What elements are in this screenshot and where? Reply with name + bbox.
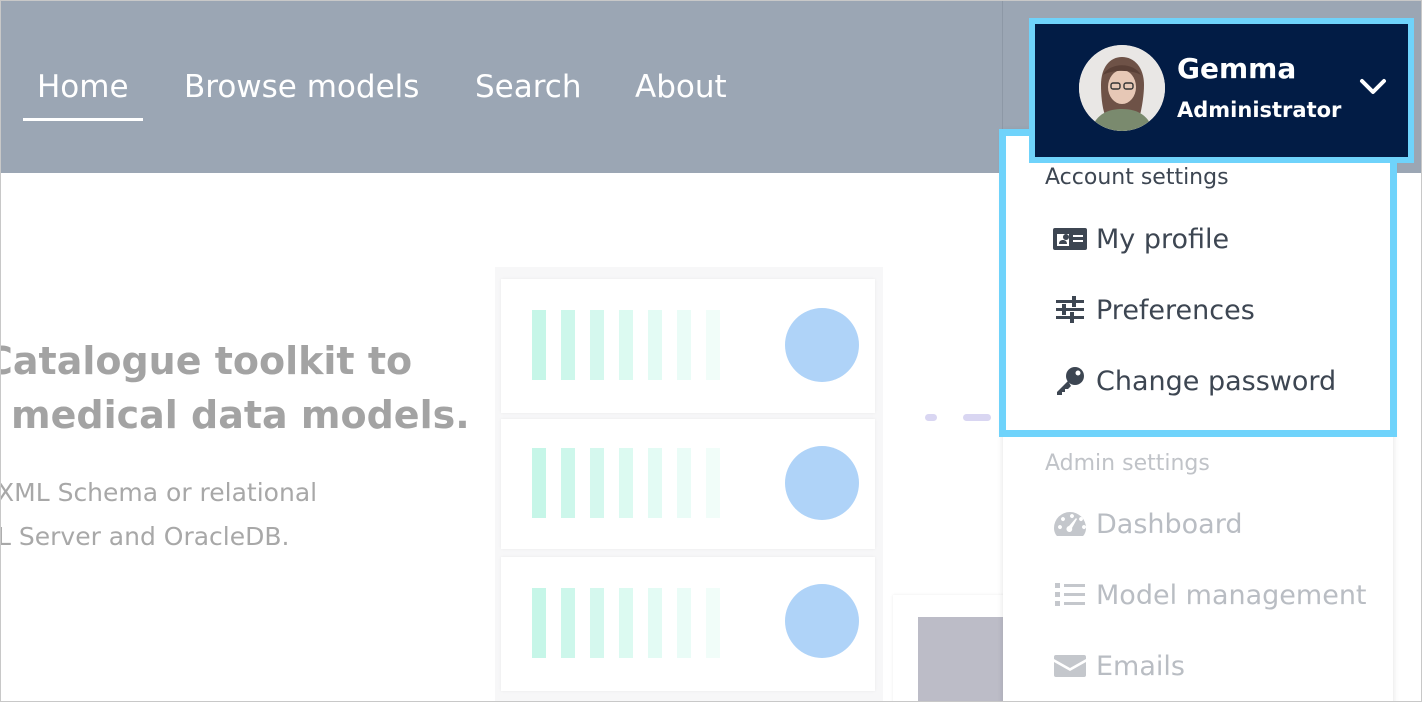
- server-bar: [706, 448, 720, 518]
- server-bar: [648, 588, 662, 658]
- menu-emails[interactable]: Emails: [1053, 646, 1185, 686]
- server-bar: [677, 310, 691, 380]
- server-bar: [590, 448, 604, 518]
- server-bar: [532, 448, 546, 518]
- menu-emails-label: Emails: [1096, 650, 1185, 682]
- hero-title-line1: Catalogue toolkit to: [0, 339, 413, 383]
- avatar: [1079, 45, 1165, 131]
- admin-settings-heading: Admin settings: [1045, 451, 1210, 476]
- list-icon: [1053, 580, 1087, 610]
- menu-dashboard[interactable]: Dashboard: [1053, 504, 1242, 544]
- server-bar: [619, 310, 633, 380]
- server-disc-2: [785, 446, 859, 520]
- hero-subtitle-line2: L Server and OracleDB.: [0, 522, 290, 551]
- server-disc-3: [785, 584, 859, 658]
- server-bar: [677, 588, 691, 658]
- server-bar: [619, 448, 633, 518]
- menu-preferences[interactable]: Preferences: [1053, 290, 1255, 330]
- menu-preferences-label: Preferences: [1096, 294, 1255, 326]
- gauge-icon: [1053, 509, 1087, 539]
- menu-my-profile-label: My profile: [1096, 223, 1230, 255]
- server-bar: [590, 310, 604, 380]
- key-icon: [1053, 366, 1087, 396]
- menu-my-profile[interactable]: My profile: [1053, 219, 1229, 259]
- menu-change-password[interactable]: Change password: [1053, 361, 1336, 401]
- server-bar: [532, 310, 546, 380]
- server-bar: [590, 588, 604, 658]
- server-bar: [706, 310, 720, 380]
- menu-dashboard-label: Dashboard: [1096, 508, 1243, 540]
- app-frame: Home Browse models Search About Catalogu…: [0, 0, 1422, 702]
- nav-home[interactable]: Home: [23, 65, 143, 121]
- server-bar: [561, 448, 575, 518]
- envelope-icon: [1053, 651, 1087, 681]
- sliders-icon: [1053, 295, 1087, 325]
- hero-title-line2: medical data models.: [11, 393, 470, 437]
- chevron-down-icon: [1360, 79, 1386, 94]
- server-bar: [619, 588, 633, 658]
- server-bar: [677, 448, 691, 518]
- menu-model-management-label: Model management: [1096, 579, 1367, 611]
- user-role: Administrator: [1177, 98, 1342, 122]
- server-bar: [561, 588, 575, 658]
- server-bar: [532, 588, 546, 658]
- account-settings-heading: Account settings: [1045, 165, 1229, 190]
- secondary-card-image: [918, 617, 1006, 701]
- hero-subtitle-line1: XML Schema or relational: [0, 478, 318, 507]
- server-disc-1: [785, 308, 859, 382]
- menu-change-password-label: Change password: [1096, 365, 1337, 397]
- server-bar: [561, 310, 575, 380]
- server-bar: [706, 588, 720, 658]
- user-name: Gemma: [1177, 52, 1297, 85]
- server-bar: [648, 310, 662, 380]
- menu-model-management[interactable]: Model management: [1053, 575, 1367, 615]
- user-menu-toggle[interactable]: Gemma Administrator: [1029, 18, 1414, 163]
- server-bar: [648, 448, 662, 518]
- nav-about[interactable]: About: [635, 65, 727, 109]
- nav-search[interactable]: Search: [475, 65, 582, 109]
- id-card-icon: [1053, 224, 1087, 254]
- nav-browse-models[interactable]: Browse models: [184, 65, 419, 109]
